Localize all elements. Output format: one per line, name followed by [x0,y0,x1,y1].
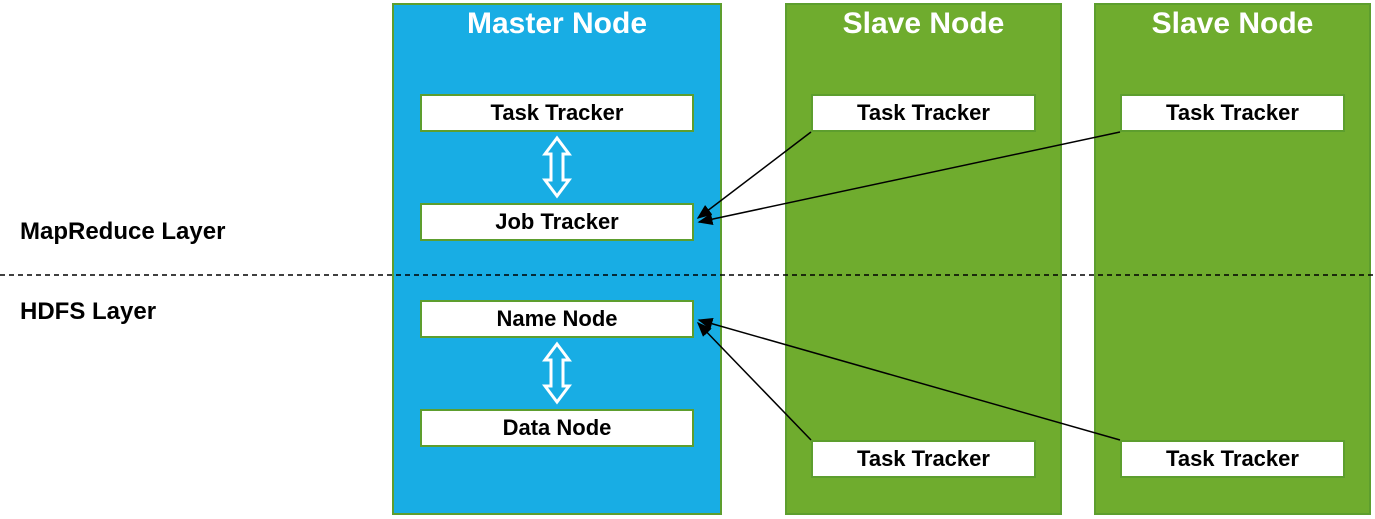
master-job-tracker-box: Job Tracker [420,203,694,241]
master-name-node-box: Name Node [420,300,694,338]
mapreduce-layer-label: MapReduce Layer [20,218,225,246]
slave1-task-tracker-bottom: Task Tracker [811,440,1036,478]
diagram-canvas: MapReduce Layer HDFS Layer Master Node T… [0,0,1375,519]
master-node-title: Master Node [394,7,720,41]
hdfs-layer-label: HDFS Layer [20,298,156,326]
slave1-task-tracker-top: Task Tracker [811,94,1036,132]
slave-node-2-title: Slave Node [1096,7,1369,41]
slave2-task-tracker-top: Task Tracker [1120,94,1345,132]
slave2-task-tracker-bottom: Task Tracker [1120,440,1345,478]
slave-node-1-title: Slave Node [787,7,1060,41]
master-data-node-box: Data Node [420,409,694,447]
slave-node-2: Slave Node [1094,3,1371,515]
master-task-tracker-box: Task Tracker [420,94,694,132]
slave-node-1: Slave Node [785,3,1062,515]
